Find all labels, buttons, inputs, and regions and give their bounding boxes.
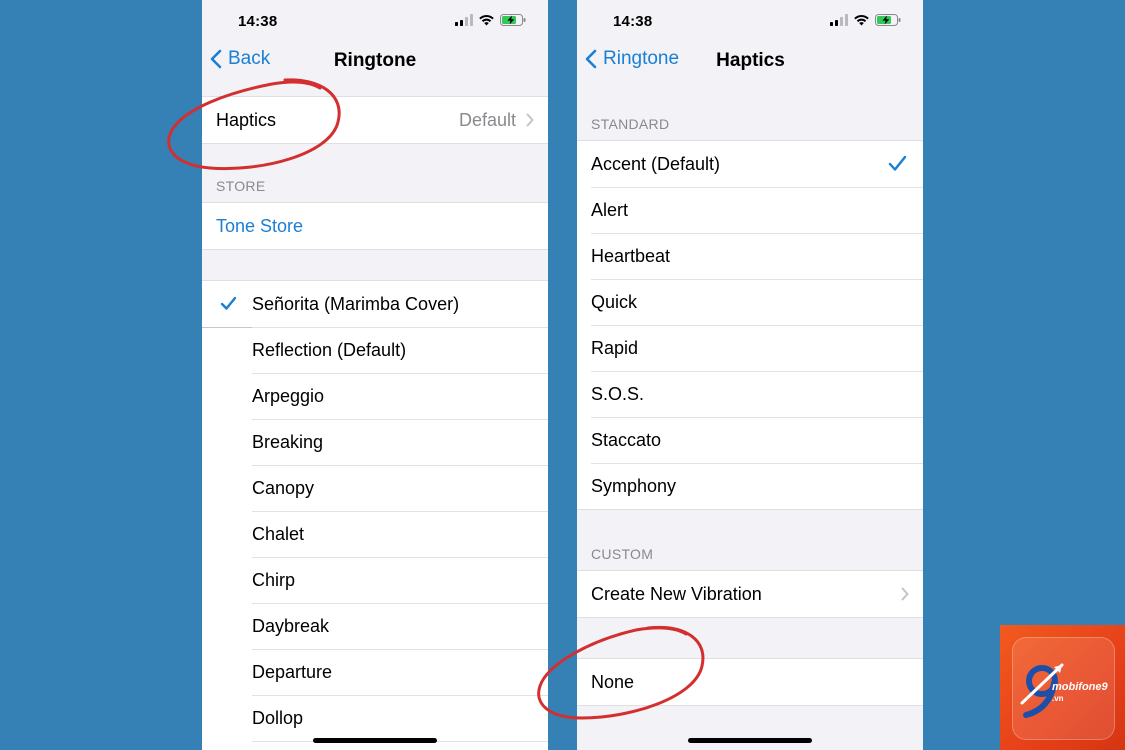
custom-group: Create New Vibration — [577, 570, 923, 618]
battery-charging-icon — [875, 14, 901, 26]
checkmark-icon — [220, 296, 237, 310]
navigation-bar: Back Ringtone — [202, 40, 548, 84]
haptics-label: Haptics — [216, 109, 277, 130]
logo-tld-text: .vn — [1052, 694, 1064, 703]
signal-icon — [830, 14, 848, 26]
haptic-item-label: Alert — [591, 199, 629, 220]
haptic-item[interactable]: S.O.S. — [577, 371, 923, 417]
none-row[interactable]: None — [577, 659, 923, 705]
signal-icon — [455, 14, 473, 26]
checkmark-icon — [888, 155, 907, 171]
tone-item-label: Daybreak — [252, 615, 330, 636]
haptic-item[interactable]: Heartbeat — [577, 233, 923, 279]
chevron-right-icon — [901, 587, 909, 601]
home-indicator — [688, 738, 812, 743]
store-section-header: STORE — [216, 178, 266, 194]
store-group: Tone Store — [202, 202, 548, 250]
none-group: None — [577, 658, 923, 706]
haptics-value: Default — [458, 109, 516, 130]
haptic-item[interactable]: Rapid — [577, 325, 923, 371]
haptic-item[interactable]: Staccato — [577, 417, 923, 463]
haptic-item-label: Staccato — [591, 429, 662, 450]
haptic-item-label: S.O.S. — [591, 383, 645, 404]
tone-item[interactable]: Daybreak — [202, 603, 548, 649]
custom-section-header: CUSTOM — [591, 546, 654, 562]
tone-item-label: Señorita (Marimba Cover) — [252, 293, 460, 314]
create-new-vibration-row[interactable]: Create New Vibration — [577, 571, 923, 617]
tone-item-label: Departure — [252, 661, 333, 682]
wifi-icon — [854, 14, 869, 26]
tone-item-label: Arpeggio — [252, 385, 325, 406]
logo-brand-text: mobifone9 — [1052, 681, 1108, 693]
haptic-item[interactable]: Quick — [577, 279, 923, 325]
brand-logo: mobifone9 .vn — [1000, 625, 1125, 750]
tone-item[interactable]: Departure — [202, 649, 548, 695]
haptics-group: Haptics Default — [202, 96, 548, 144]
tone-item[interactable]: Canopy — [202, 465, 548, 511]
haptics-screen: 14:38 Ringtone Haptics STANDARD Accent (… — [577, 0, 923, 750]
chevron-right-icon — [526, 113, 534, 127]
tone-item-label: Reflection (Default) — [252, 339, 407, 360]
tone-item[interactable]: Dollop — [202, 695, 548, 741]
tone-item-label: Canopy — [252, 477, 315, 498]
status-time: 14:38 — [613, 13, 653, 30]
ringtone-screen: 14:38 Back Ringtone Haptics Default STOR… — [202, 0, 548, 750]
tone-item-label: Chirp — [252, 569, 296, 590]
haptic-item[interactable]: Alert — [577, 187, 923, 233]
tone-item[interactable]: Arpeggio — [202, 373, 548, 419]
tone-item[interactable]: Breaking — [202, 419, 548, 465]
haptic-item-label: Rapid — [591, 337, 639, 358]
navigation-bar: Ringtone Haptics — [577, 40, 923, 84]
wifi-icon — [479, 14, 494, 26]
haptic-item-label: Quick — [591, 291, 638, 312]
tone-list: Señorita (Marimba Cover) Reflection (Def… — [202, 280, 548, 750]
page-title: Ringtone — [333, 50, 417, 71]
home-indicator — [313, 738, 437, 743]
page-title: Haptics — [716, 50, 785, 71]
tone-item-label: Chalet — [252, 523, 305, 544]
tone-item[interactable]: Chalet — [202, 511, 548, 557]
tone-item[interactable]: Reflection (Default) — [202, 327, 548, 373]
haptic-item-label: Heartbeat — [591, 245, 671, 266]
tone-store-link[interactable]: Tone Store — [202, 203, 548, 249]
haptic-item[interactable]: Accent (Default) — [577, 141, 923, 187]
tone-item-label: Dollop — [252, 707, 304, 728]
status-time: 14:38 — [238, 13, 278, 30]
standard-haptics-list: Accent (Default) Alert Heartbeat Quick R… — [577, 140, 923, 510]
tone-item[interactable]: Señorita (Marimba Cover) — [202, 281, 548, 328]
haptic-item-label: Accent (Default) — [591, 153, 721, 174]
status-bar: 14:38 — [202, 0, 548, 44]
tone-item-label: Breaking — [252, 431, 324, 452]
haptic-item[interactable]: Symphony — [577, 463, 923, 509]
battery-charging-icon — [500, 14, 526, 26]
standard-section-header: STANDARD — [591, 116, 670, 132]
haptics-row[interactable]: Haptics Default — [202, 97, 548, 143]
tone-item[interactable]: Chirp — [202, 557, 548, 603]
haptic-item-label: Symphony — [591, 475, 677, 496]
status-bar: 14:38 — [577, 0, 923, 44]
